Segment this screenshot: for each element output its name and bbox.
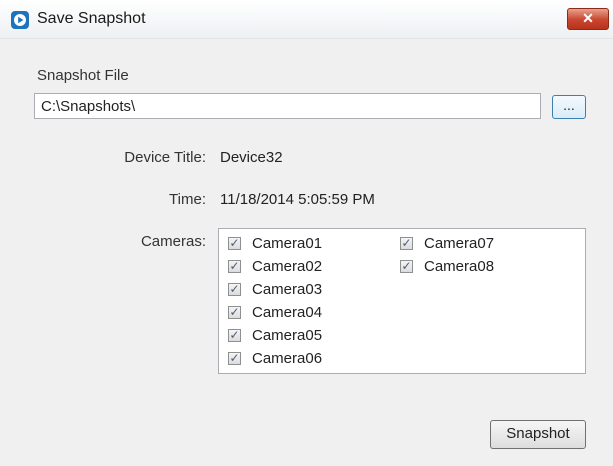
camera-04-checkbox[interactable]: ✓ — [228, 306, 241, 319]
camera-03-checkbox[interactable]: ✓ — [228, 283, 241, 296]
camera-07-checkbox[interactable]: ✓ — [400, 237, 413, 250]
camera-06-label: Camera06 — [252, 350, 323, 367]
camera-08-checkbox[interactable]: ✓ — [400, 260, 413, 273]
camera-02-label: Camera02 — [252, 258, 323, 275]
camera-07-label: Camera07 — [424, 235, 495, 252]
time-label: Time: — [169, 191, 206, 208]
camera-05-label: Camera05 — [252, 327, 323, 344]
camera-02-checkbox[interactable]: ✓ — [228, 260, 241, 273]
camera-06-checkbox[interactable]: ✓ — [228, 352, 241, 365]
camera-03-label: Camera03 — [252, 281, 323, 298]
device-title-label: Device Title: — [124, 149, 206, 166]
camera-05-checkbox[interactable]: ✓ — [228, 329, 241, 342]
window-title: Save Snapshot — [37, 10, 146, 27]
app-play-icon — [11, 11, 29, 29]
snapshot-button[interactable]: Snapshot — [490, 420, 586, 449]
camera-01-checkbox[interactable]: ✓ — [228, 237, 241, 250]
title-bar: Save Snapshot ✕ — [0, 0, 613, 39]
snapshot-file-label: Snapshot File — [37, 67, 129, 84]
camera-01-label: Camera01 — [252, 235, 323, 252]
camera-list: ✓ Camera01 ✓ Camera02 ✓ Camera03 ✓ Camer… — [218, 228, 586, 374]
time-value: 11/18/2014 5:05:59 PM — [220, 191, 375, 208]
cameras-label: Cameras: — [140, 233, 206, 250]
camera-08-label: Camera08 — [424, 258, 495, 275]
snapshot-file-path-input[interactable] — [34, 93, 541, 119]
device-title-value: Device32 — [220, 149, 283, 166]
save-snapshot-dialog: Save Snapshot ✕ Snapshot File ... Device… — [0, 0, 613, 466]
camera-04-label: Camera04 — [252, 304, 323, 321]
close-button[interactable]: ✕ — [567, 8, 609, 30]
browse-button[interactable]: ... — [552, 95, 586, 119]
